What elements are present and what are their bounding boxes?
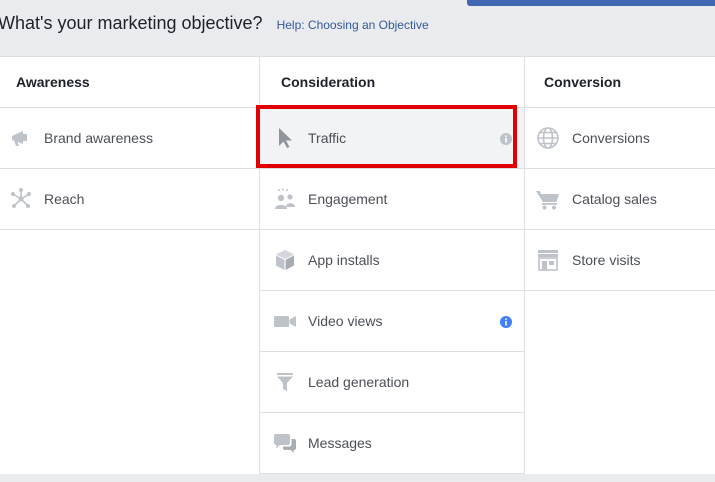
megaphone-icon: [9, 126, 33, 150]
objective-label: Store visits: [572, 252, 641, 268]
objective-label: Lead generation: [308, 374, 410, 390]
chat-bubbles-icon: [273, 431, 297, 455]
objective-header: What's your marketing objective? Help: C…: [0, 13, 429, 37]
objective-label: Engagement: [308, 191, 388, 207]
page-title: What's your marketing objective?: [0, 13, 263, 33]
bottom-edge: [0, 474, 715, 482]
info-icon[interactable]: [500, 315, 512, 328]
objective-catalog-sales[interactable]: Catalog sales: [524, 169, 715, 230]
objective-store-visits[interactable]: Store visits: [524, 230, 715, 291]
objective-traffic[interactable]: Traffic: [260, 108, 524, 169]
objective-brand-awareness[interactable]: Brand awareness: [0, 108, 259, 169]
column-title-consideration: Consideration: [260, 57, 524, 108]
objective-conversions[interactable]: Conversions: [524, 108, 715, 169]
objective-engagement[interactable]: Engagement: [260, 169, 524, 230]
objective-lead-generation[interactable]: Lead generation: [260, 352, 524, 413]
objective-video-views[interactable]: Video views: [260, 291, 524, 352]
column-title-awareness: Awareness: [0, 57, 259, 108]
objective-label: Catalog sales: [572, 191, 657, 207]
cursor-icon: [273, 126, 297, 150]
objective-label: Reach: [44, 191, 85, 207]
help-link[interactable]: Help: Choosing an Objective: [277, 18, 429, 32]
objective-label: Conversions: [572, 130, 650, 146]
column-title-conversion: Conversion: [524, 57, 715, 108]
objective-messages[interactable]: Messages: [260, 413, 524, 474]
objective-panel: Awareness Brand awareness Reach Consider…: [0, 56, 715, 475]
box-icon: [273, 248, 297, 272]
storefront-icon: [536, 248, 560, 272]
people-icon: [273, 187, 297, 211]
reach-network-icon: [9, 187, 33, 211]
objective-label: App installs: [308, 252, 380, 268]
funnel-icon: [273, 370, 297, 394]
objective-selector: What's your marketing objective? Help: C…: [0, 0, 715, 482]
info-icon[interactable]: [500, 132, 512, 145]
objective-app-installs[interactable]: App installs: [260, 230, 524, 291]
objective-label: Messages: [308, 435, 372, 451]
conversion-column: Conversion Conversions Catalog sales Sto…: [524, 57, 715, 474]
objective-label: Video views: [308, 313, 383, 329]
top-action-button[interactable]: [467, 0, 715, 6]
shopping-cart-icon: [536, 187, 560, 211]
globe-icon: [536, 126, 560, 150]
video-camera-icon: [273, 309, 297, 333]
awareness-column: Awareness Brand awareness Reach: [0, 57, 259, 474]
objective-label: Traffic: [308, 130, 347, 146]
objective-label: Brand awareness: [44, 130, 153, 146]
consideration-column: Consideration Traffic Engagement App ins…: [259, 57, 525, 474]
objective-reach[interactable]: Reach: [0, 169, 259, 230]
